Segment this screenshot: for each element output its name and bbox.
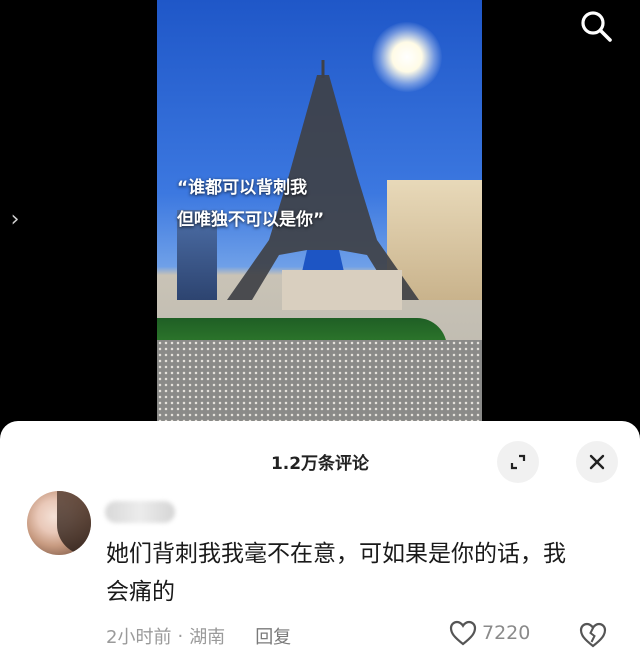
like-button[interactable]: 7220 — [448, 619, 530, 647]
close-icon — [589, 454, 605, 470]
expand-icon — [510, 454, 526, 470]
close-button[interactable] — [576, 441, 618, 483]
broken-heart-icon — [579, 622, 607, 648]
comment-location: 湖南 — [189, 627, 226, 648]
meta-separator: · — [177, 625, 184, 647]
video-caption: “谁都可以背刺我 但唯独不可以是你” — [177, 178, 325, 230]
expand-button[interactable] — [497, 441, 539, 483]
comment-meta: 2小时前 · 湖南 回复 — [106, 623, 291, 649]
chevron-right-icon[interactable]: › — [6, 208, 24, 232]
like-count: 7220 — [482, 622, 531, 644]
reply-button[interactable]: 回复 — [255, 623, 291, 649]
heart-outline-icon — [449, 620, 477, 646]
video-frame[interactable]: “谁都可以背刺我 但唯独不可以是你” — [157, 0, 482, 430]
search-icon — [581, 11, 612, 42]
comments-title: 1.2万条评论 — [270, 454, 370, 474]
username-blurred[interactable] — [105, 501, 175, 523]
dislike-button[interactable] — [578, 621, 608, 653]
search-button[interactable] — [576, 6, 616, 46]
comment-time: 2小时前 — [106, 627, 172, 648]
avatar[interactable] — [27, 491, 91, 555]
comment-text: 她们背刺我我毫不在意，可如果是你的话，我会痛的 — [106, 541, 566, 605]
video-area[interactable]: “谁都可以背刺我 但唯独不可以是你” › — [0, 0, 640, 430]
avatar-hair — [57, 491, 91, 555]
pavement — [157, 340, 482, 430]
comments-sheet: 1.2万条评论 她们背刺我我毫不在意，可如果是你的话，我会痛的 2小时前 · 湖… — [0, 421, 640, 669]
